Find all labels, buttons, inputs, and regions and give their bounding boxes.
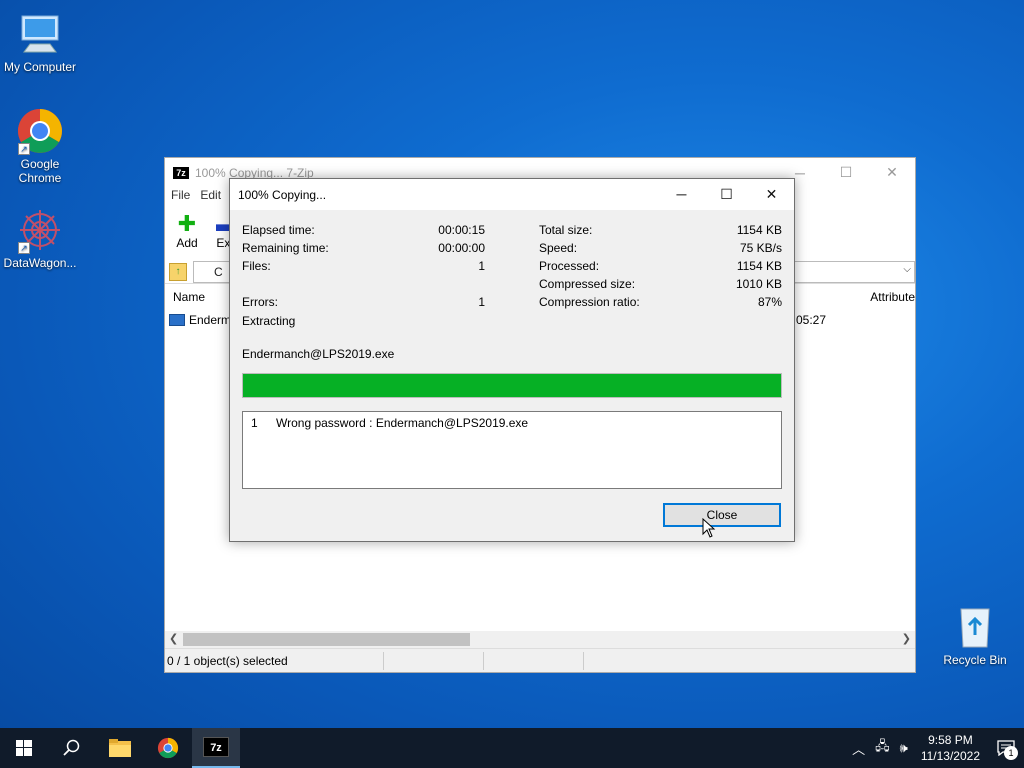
taskbar-chrome[interactable] [144,728,192,768]
add-button[interactable]: ✚ Add [173,211,201,251]
7zip-icon: 7z [203,737,229,757]
computer-icon [16,10,64,58]
search-icon [63,739,80,756]
mouse-cursor-icon [702,518,716,538]
shortcut-arrow-icon: ↗ [18,242,30,254]
column-name[interactable]: Name [173,290,205,304]
compressed-size-value: 1010 KB [735,277,782,291]
start-button[interactable] [0,728,48,768]
clock[interactable]: 9:58 PM 11/13/2022 [921,732,980,764]
elapsed-time-label: Elapsed time: [242,223,315,237]
remaining-time-label: Remaining time: [242,241,329,255]
chrome-icon [157,737,179,759]
taskbar-7zip[interactable]: 7z [192,728,240,768]
progress-bar [242,373,782,398]
list-item[interactable]: 1 Wrong password : Endermanch@LPS2019.ex… [251,416,528,430]
errors-value: 1 [478,295,485,309]
scroll-right-icon[interactable]: ❯ [902,632,911,645]
speed-value: 75 KB/s [739,241,782,255]
remaining-time-value: 00:00:00 [438,241,485,255]
error-log-list[interactable]: 1 Wrong password : Endermanch@LPS2019.ex… [242,411,782,489]
recycle-bin-icon [951,603,999,651]
status-bar: 0 / 1 object(s) selected [165,648,915,672]
log-message: Wrong password : Endermanch@LPS2019.exe [276,416,529,430]
clock-time: 9:58 PM [928,733,973,747]
add-label: Add [176,236,198,250]
file-time: 05:27 [796,313,827,327]
scroll-left-icon[interactable]: ❮ [169,632,178,645]
volume-icon[interactable]: 🕪 [900,740,908,756]
folder-up-icon[interactable]: ↑ [169,262,187,281]
compressed-size-label: Compressed size: [539,277,636,291]
total-size-value: 1154 KB [736,223,782,237]
taskbar-file-explorer[interactable] [96,728,144,768]
dialog-maximize-button[interactable]: ☐ [704,179,749,209]
desktop-icon-recycle-bin[interactable]: Recycle Bin [935,603,1015,667]
horizontal-scrollbar[interactable]: ❮ ❯ [165,631,915,648]
clock-date: 11/13/2022 [920,749,980,763]
progress-bar-fill [243,374,781,397]
processed-label: Processed: [539,259,600,273]
dialog-title: 100% Copying... [238,187,327,202]
plus-icon: ✚ [177,211,197,236]
system-tray: ︿ 🖧 🕪 9:58 PM 11/13/2022 1 [847,728,1024,768]
menu-edit[interactable]: Edit [200,188,221,202]
status-text: 0 / 1 object(s) selected [167,653,288,668]
processed-value: 1154 KB [736,259,782,273]
dialog-close-icon[interactable]: ✕ [749,179,794,209]
network-icon[interactable]: 🖧 [875,737,890,759]
elapsed-time-value: 00:00:15 [438,223,485,237]
column-attributes[interactable]: Attribute [870,290,915,304]
exe-file-icon [169,314,185,326]
menu-bar: File Edit [171,188,221,202]
desktop-icon-label: Google Chrome [18,157,62,185]
compression-ratio-label: Compression ratio: [539,295,640,309]
7zip-app-icon: 7z [173,166,189,179]
search-button[interactable] [48,728,96,768]
menu-file[interactable]: File [171,188,190,202]
chevron-up-icon[interactable]: ︿ [852,739,865,758]
files-label: Files: [242,259,271,273]
chevron-down-icon[interactable]: ⌵ [903,264,911,275]
file-name: Enderm [189,313,232,327]
errors-label: Errors: [242,295,278,309]
desktop-icon-label: Recycle Bin [943,653,1007,667]
operation-label: Extracting [242,314,296,328]
desktop-icon-my-computer[interactable]: My Computer [0,10,80,74]
folder-icon [109,739,131,757]
desktop-icon-chrome[interactable]: ↗ Google Chrome [0,107,80,185]
shortcut-arrow-icon: ↗ [18,143,30,155]
log-index: 1 [251,416,258,430]
windows-logo-icon [16,740,32,756]
scrollbar-thumb[interactable] [183,633,470,646]
current-file-name: Endermanch@LPS2019.exe [242,347,395,361]
speed-label: Speed: [539,241,578,255]
datawagon-icon: ↗ [16,206,64,254]
notification-count-badge: 1 [1004,746,1018,760]
copy-progress-dialog: 100% Copying... ─ ☐ ✕ Elapsed time: 00:0… [229,178,795,542]
desktop-icon-datawagon[interactable]: ↗ DataWagon... [0,206,80,270]
close-button[interactable]: Close [663,503,781,527]
desktop-icon-label: My Computer [3,60,77,74]
taskbar: 7z ︿ 🖧 🕪 9:58 PM 11/13/2022 1 [0,728,1024,768]
dialog-minimize-button[interactable]: ─ [659,179,704,209]
maximize-button[interactable]: ☐ [823,158,869,187]
chrome-icon: ↗ [16,107,64,155]
action-center-button[interactable]: 1 [988,728,1024,768]
desktop-icon-label: DataWagon... [3,256,77,270]
files-value: 1 [478,259,485,273]
close-icon[interactable]: ✕ [869,158,915,187]
compression-ratio-value: 87% [757,295,782,309]
total-size-label: Total size: [539,223,593,237]
